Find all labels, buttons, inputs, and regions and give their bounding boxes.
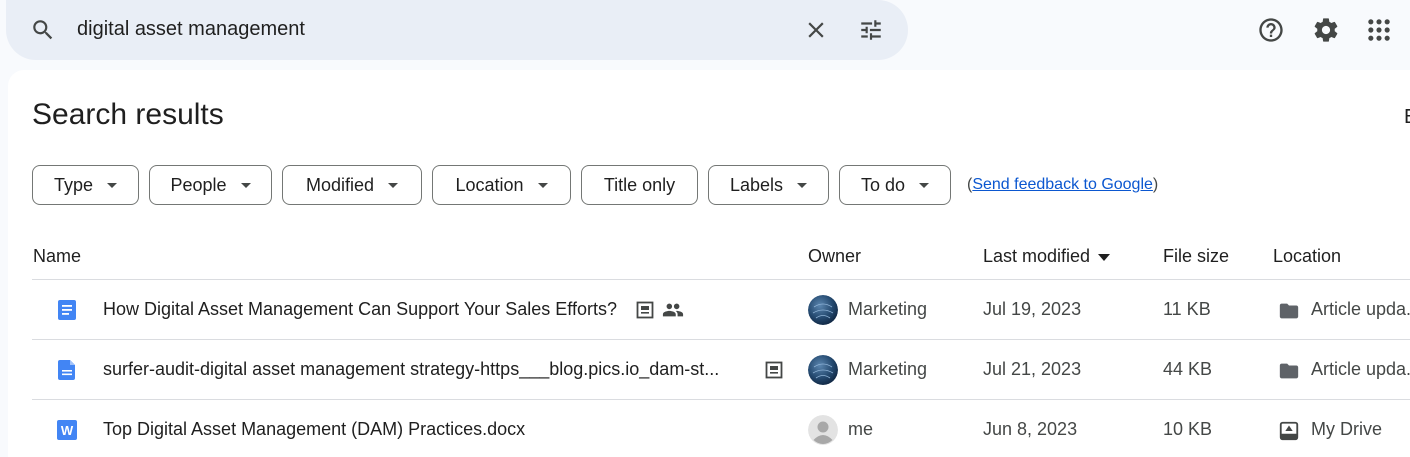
filter-todo-label: To do — [860, 174, 906, 195]
search-options-icon[interactable] — [858, 17, 884, 43]
page-title: Search results — [32, 98, 224, 131]
paren-close: ) — [1152, 176, 1159, 193]
table-row[interactable]: W Top Digital Asset Management (DAM) Pra… — [8, 400, 1410, 457]
avatar — [808, 295, 838, 325]
folder-icon — [1279, 363, 1299, 379]
location-name[interactable]: Article upda... — [1311, 299, 1410, 320]
location-name[interactable]: My Drive — [1311, 419, 1382, 440]
filter-location-chip[interactable]: Location — [432, 165, 571, 205]
close-icon[interactable] — [803, 17, 829, 43]
file-name[interactable]: surfer-audit-digital asset management st… — [103, 359, 719, 380]
owner-name: Marketing — [848, 359, 928, 379]
shared-people-icon — [662, 303, 684, 317]
description-icon — [636, 301, 654, 319]
filter-type-label: Type — [53, 174, 94, 195]
column-header-name[interactable]: Name — [33, 246, 81, 267]
feedback-text: (Send feedback to Google) — [967, 176, 1158, 194]
gear-icon[interactable] — [1312, 16, 1340, 44]
filter-people-chip[interactable]: People — [149, 165, 272, 205]
dropdown-caret-icon — [537, 182, 548, 188]
column-header-last-modified[interactable]: Last modified — [983, 246, 1111, 267]
column-header-owner: Owner — [808, 246, 862, 266]
filter-title-only-label: Title only — [603, 174, 676, 195]
dropdown-caret-icon — [240, 182, 251, 188]
my-drive-icon — [1279, 421, 1299, 441]
filter-location-label: Location — [455, 174, 524, 195]
file-name[interactable]: Top Digital Asset Management (DAM) Pract… — [103, 419, 525, 440]
file-size: 10 KB — [1163, 419, 1213, 439]
table-row[interactable]: surfer-audit-digital asset management st… — [8, 340, 1410, 400]
clipped-label: E — [1404, 106, 1410, 129]
dropdown-caret-icon — [797, 182, 808, 188]
owner-name: Marketing — [848, 299, 928, 319]
search-bar[interactable] — [6, 0, 908, 60]
column-header-file-size: File size — [1163, 246, 1230, 266]
sort-desc-icon[interactable] — [1098, 253, 1111, 261]
word-doc-icon: W — [57, 420, 77, 440]
location-name[interactable]: Article upda... — [1311, 359, 1410, 380]
results-panel: Search results E Type People Modified Lo… — [8, 70, 1410, 457]
owner-name: me — [848, 419, 874, 439]
avatar — [808, 415, 838, 445]
table-row[interactable]: How Digital Asset Management Can Support… — [8, 280, 1410, 340]
column-header-location: Location — [1273, 246, 1342, 266]
filter-title-only-chip[interactable]: Title only — [581, 165, 698, 205]
last-modified-date: Jun 8, 2023 — [983, 419, 1078, 439]
file-size: 44 KB — [1163, 359, 1213, 379]
filter-labels-label: Labels — [729, 174, 784, 195]
folder-icon — [1279, 303, 1299, 319]
svg-text:W: W — [61, 423, 74, 438]
file-size: 11 KB — [1163, 299, 1211, 319]
help-icon[interactable] — [1257, 16, 1285, 44]
filter-people-label: People — [170, 174, 227, 195]
apps-grid-icon[interactable] — [1365, 16, 1393, 44]
last-modified-date: Jul 21, 2023 — [983, 359, 1082, 379]
filter-modified-label: Modified — [305, 174, 375, 195]
search-icon[interactable] — [30, 17, 56, 43]
filter-modified-chip[interactable]: Modified — [282, 165, 422, 205]
google-docs-icon — [58, 300, 76, 320]
send-feedback-link[interactable]: Send feedback to Google — [972, 176, 1153, 193]
avatar — [808, 355, 838, 385]
filter-todo-chip[interactable]: To do — [839, 165, 951, 205]
search-input[interactable] — [77, 18, 777, 41]
file-name[interactable]: How Digital Asset Management Can Support… — [103, 299, 617, 320]
google-docs-icon — [58, 360, 75, 380]
filter-type-chip[interactable]: Type — [32, 165, 139, 205]
dropdown-caret-icon — [919, 182, 930, 188]
description-icon — [765, 361, 783, 379]
filter-labels-chip[interactable]: Labels — [708, 165, 829, 205]
dropdown-caret-icon — [388, 182, 399, 188]
last-modified-date: Jul 19, 2023 — [983, 299, 1082, 319]
dropdown-caret-icon — [107, 182, 118, 188]
last-modified-label: Last modified — [983, 246, 1091, 266]
